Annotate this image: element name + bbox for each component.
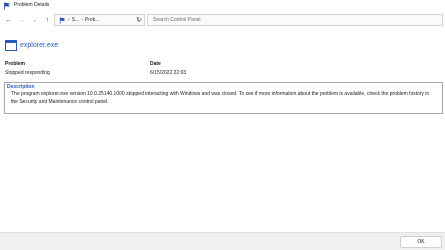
address-bar[interactable]: › S... › Prob... ⌄	[54, 14, 145, 26]
title-bar[interactable]: Problem Details	[0, 0, 445, 11]
problem-value: Stopped responding	[5, 70, 50, 76]
breadcrumb-problem-details[interactable]: Prob...	[85, 17, 100, 23]
breadcrumb-separator: ›	[81, 17, 83, 23]
search-box[interactable]	[147, 14, 443, 26]
description-text: The program explorer.exe version 10.0.25…	[11, 91, 430, 105]
breadcrumb-security-maintenance[interactable]: S...	[72, 17, 80, 23]
problem-column-header: Problem	[5, 61, 26, 67]
ok-button[interactable]: OK	[400, 236, 442, 248]
breadcrumb-separator: ›	[68, 17, 70, 23]
problem-details-window: Problem Details ← → ⌄ ↑ › S... › Prob...…	[0, 0, 445, 250]
back-arrow-icon[interactable]: ←	[2, 14, 15, 27]
navigation-bar: ← → ⌄ ↑ › S... › Prob... ⌄ ↻	[0, 11, 445, 29]
application-window-icon	[5, 40, 17, 51]
recent-locations-chevron-icon[interactable]: ⌄	[28, 14, 41, 27]
footer-bar: OK	[0, 232, 445, 250]
up-arrow-icon[interactable]: ↑	[41, 14, 54, 27]
refresh-icon[interactable]: ↻	[133, 14, 145, 26]
forward-arrow-icon[interactable]: →	[15, 14, 28, 27]
app-header: explorer.exe	[5, 40, 58, 51]
description-box: Description The program explorer.exe ver…	[4, 82, 443, 114]
content-area: explorer.exe Problem Date Stopped respon…	[0, 29, 445, 232]
app-name: explorer.exe	[20, 42, 59, 49]
window-title: Problem Details	[14, 2, 50, 8]
date-column-header: Date	[150, 61, 161, 67]
flag-icon	[3, 2, 11, 10]
search-input[interactable]	[148, 17, 442, 23]
date-value: 6/15/2022 22:03	[150, 70, 187, 76]
flag-icon	[58, 16, 66, 24]
